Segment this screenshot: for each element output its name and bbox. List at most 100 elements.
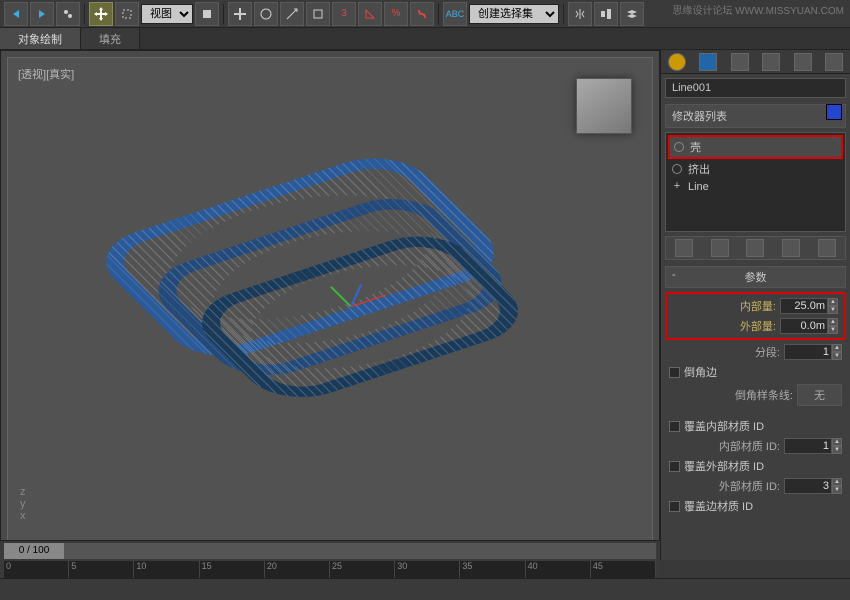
time-ruler[interactable]: 0 5 10 15 20 25 30 35 40 45	[4, 561, 656, 579]
configure-sets-button[interactable]	[818, 239, 836, 257]
remove-modifier-button[interactable]	[782, 239, 800, 257]
command-panel: Line001 修改器列表 壳 挤出 + Line	[660, 50, 850, 560]
inner-mat-id-label: 内部材质 ID:	[669, 438, 780, 454]
segments-input[interactable]	[784, 344, 832, 360]
selection-filter-button[interactable]	[195, 2, 219, 26]
spinner-up-icon[interactable]: ▲	[828, 318, 838, 326]
expand-icon[interactable]: +	[672, 182, 682, 192]
align-button[interactable]	[594, 2, 618, 26]
create-tab-icon[interactable]	[668, 53, 686, 71]
command-panel-tabs	[661, 50, 850, 74]
select-button[interactable]	[115, 2, 139, 26]
visibility-toggle-icon[interactable]	[672, 164, 682, 174]
rollout-header-params[interactable]: 参数	[665, 266, 846, 288]
undo-button[interactable]	[4, 2, 28, 26]
time-tick: 20	[265, 561, 330, 579]
segments-label: 分段:	[669, 344, 780, 360]
time-tick: 35	[460, 561, 525, 579]
percent-snap-button[interactable]: %	[384, 2, 408, 26]
mirror-button[interactable]	[568, 2, 592, 26]
modifier-shell[interactable]: 壳	[668, 135, 843, 159]
spinner-down-icon[interactable]: ▼	[828, 326, 838, 334]
modifier-extrude[interactable]: 挤出	[668, 159, 843, 179]
bevel-edges-checkbox[interactable]	[669, 367, 680, 378]
axis-indicator: z y x	[20, 486, 26, 522]
snap-3-button[interactable]: 3	[332, 2, 356, 26]
time-tick: 15	[200, 561, 265, 579]
time-tick: 45	[591, 561, 656, 579]
spinner-down-icon[interactable]: ▼	[828, 306, 838, 314]
motion-tab-icon[interactable]	[762, 53, 780, 71]
pin-stack-button[interactable]	[675, 239, 693, 257]
outer-amount-input[interactable]	[780, 318, 828, 334]
inner-amount-input[interactable]	[780, 298, 828, 314]
show-end-result-button[interactable]	[711, 239, 729, 257]
modifier-label: 壳	[690, 139, 701, 155]
inner-amount-spinner[interactable]: ▲▼	[780, 298, 838, 314]
hierarchy-tab-icon[interactable]	[731, 53, 749, 71]
object-name-field[interactable]: Line001	[665, 78, 846, 98]
bevel-spline-button[interactable]: 无	[797, 384, 842, 406]
model-preview	[58, 137, 602, 436]
timeline: 0 / 100 0 5 10 15 20 25 30 35 40 45	[0, 540, 660, 578]
spinner-up-icon[interactable]: ▲	[828, 298, 838, 306]
modifier-stack-tools	[665, 236, 846, 260]
time-slider-handle[interactable]: 0 / 100	[4, 543, 64, 559]
time-tick: 25	[330, 561, 395, 579]
viewport-label[interactable]: [透视][真实]	[18, 66, 74, 82]
separator	[84, 4, 85, 24]
outer-mat-id-spinner[interactable]: ▲▼	[784, 478, 842, 494]
ref-coord-button[interactable]	[306, 2, 330, 26]
rotate-tool-button[interactable]	[254, 2, 278, 26]
outer-mat-id-input[interactable]	[784, 478, 832, 494]
outer-mat-id-label: 外部材质 ID:	[669, 478, 780, 494]
layers-button[interactable]	[620, 2, 644, 26]
tab-object-paint[interactable]: 对象绘制	[0, 28, 81, 49]
outer-amount-spinner[interactable]: ▲▼	[780, 318, 838, 334]
utilities-tab-icon[interactable]	[825, 53, 843, 71]
viewport[interactable]: [透视][真实] z y x	[0, 50, 660, 560]
modifier-list-dropdown[interactable]: 修改器列表	[665, 104, 846, 128]
modify-tab-icon[interactable]	[699, 53, 717, 71]
override-outer-mat-label: 覆盖外部材质 ID	[684, 458, 764, 474]
named-sel-button[interactable]: ABC	[443, 2, 467, 26]
view-dropdown[interactable]: 视图	[141, 4, 193, 24]
view-cube[interactable]	[576, 78, 632, 134]
modifier-line[interactable]: + Line	[668, 179, 843, 195]
snap-toggle-button[interactable]	[410, 2, 434, 26]
selection-set-dropdown[interactable]: 创建选择集	[469, 4, 559, 24]
select-move-button[interactable]	[89, 2, 113, 26]
spinner-up-icon[interactable]: ▲	[832, 438, 842, 446]
link-button[interactable]	[56, 2, 80, 26]
override-inner-mat-checkbox[interactable]	[669, 421, 680, 432]
make-unique-button[interactable]	[746, 239, 764, 257]
viewport-canvas[interactable]: [透视][真实] z y x	[7, 57, 653, 553]
redo-button[interactable]	[30, 2, 54, 26]
separator	[223, 4, 224, 24]
spinner-up-icon[interactable]: ▲	[832, 478, 842, 486]
segments-spinner[interactable]: ▲▼	[784, 344, 842, 360]
visibility-toggle-icon[interactable]	[674, 142, 684, 152]
modifier-stack[interactable]: 壳 挤出 + Line	[665, 132, 846, 232]
override-edge-mat-checkbox[interactable]	[669, 501, 680, 512]
move-tool-button[interactable]	[228, 2, 252, 26]
object-color-swatch[interactable]	[826, 104, 842, 120]
tab-fill[interactable]: 填充	[81, 28, 140, 49]
time-tick: 10	[134, 561, 199, 579]
time-tick: 30	[395, 561, 460, 579]
angle-snap-button[interactable]	[358, 2, 382, 26]
display-tab-icon[interactable]	[794, 53, 812, 71]
scale-tool-button[interactable]	[280, 2, 304, 26]
spinner-up-icon[interactable]: ▲	[832, 344, 842, 352]
override-edge-mat-label: 覆盖边材质 ID	[684, 498, 753, 514]
override-outer-mat-checkbox[interactable]	[669, 461, 680, 472]
spinner-down-icon[interactable]: ▼	[832, 486, 842, 494]
time-tick: 0	[4, 561, 69, 579]
bevel-edges-label: 倒角边	[684, 364, 717, 380]
time-slider[interactable]: 0 / 100	[4, 543, 656, 559]
inner-mat-id-spinner[interactable]: ▲▼	[784, 438, 842, 454]
inner-mat-id-input[interactable]	[784, 438, 832, 454]
spinner-down-icon[interactable]: ▼	[832, 352, 842, 360]
parameters-rollout: 参数 内部量: ▲▼ 外部量: ▲▼	[665, 266, 846, 516]
spinner-down-icon[interactable]: ▼	[832, 446, 842, 454]
